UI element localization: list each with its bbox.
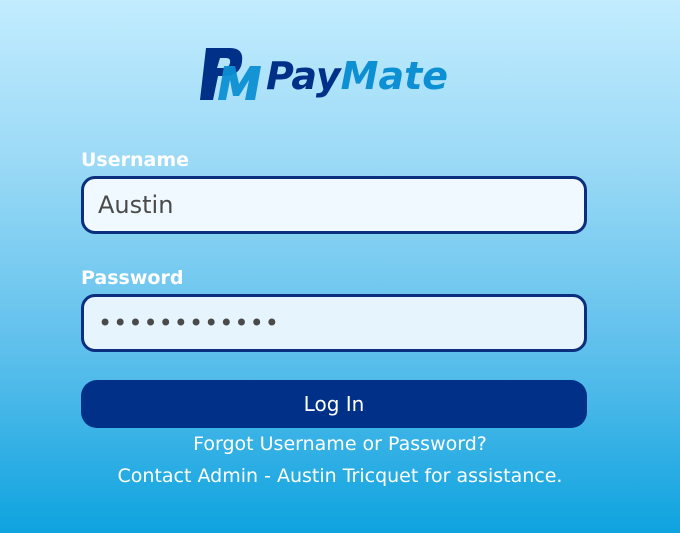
forgot-credentials-link[interactable]: Forgot Username or Password? xyxy=(0,435,680,454)
username-label: Username xyxy=(81,149,190,171)
username-input[interactable] xyxy=(81,176,587,234)
contact-admin-text: Contact Admin - Austin Tricquet for assi… xyxy=(117,465,563,487)
logo-word-pay: Pay xyxy=(266,54,341,98)
logo-word-mate: Mate xyxy=(340,54,449,98)
password-input[interactable] xyxy=(81,294,587,352)
paymate-logo: PayMate xyxy=(194,42,484,106)
paymate-logo-wordmark: PayMate xyxy=(266,57,448,95)
password-label: Password xyxy=(81,267,184,289)
login-button[interactable]: Log In xyxy=(81,380,587,428)
paymate-logo-mark-icon xyxy=(200,48,261,100)
